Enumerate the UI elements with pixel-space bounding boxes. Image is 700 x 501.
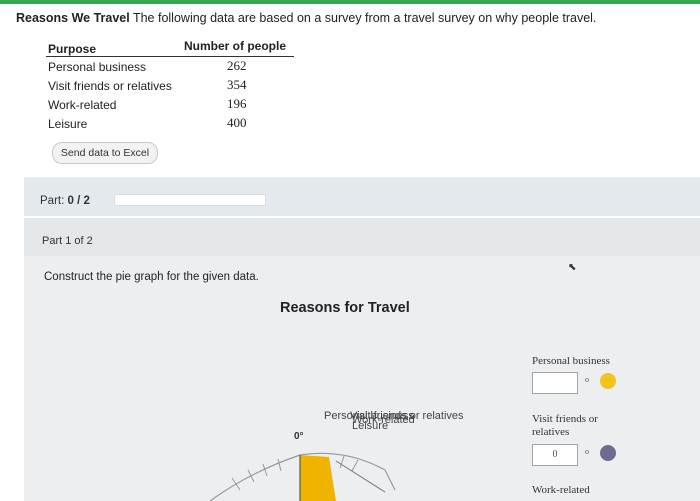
part-header-label: Part 1 of 2 [42,235,93,247]
instruction-text: Construct the pie graph for the given da… [44,271,259,283]
part-progress-value: 0 / 2 [67,195,90,207]
row-purpose: Leisure [48,117,88,131]
row-count: 400 [227,115,247,130]
visit-friends-color-swatch[interactable] [600,445,616,461]
table-row: Work-related 196 [46,95,294,114]
personal-business-color-swatch[interactable] [600,373,616,389]
legend-label-work-related: Work-related [532,484,590,496]
degree-label: 0° [294,431,304,442]
part-progress-label: Part: 0 / 2 [40,195,90,207]
problem-description: The following data are based on a survey… [132,11,597,25]
data-table: Purpose Number of people Personal busine… [46,38,294,133]
personal-business-degree-input[interactable]: o [532,372,589,394]
row-purpose: Visit friends or relatives [48,79,172,93]
column-header-purpose: Purpose [48,42,97,56]
legend-label-visit-friends: Visit friends or relatives [532,413,598,438]
table-row: Personal business 262 [46,57,294,76]
chart-title: Reasons for Travel [280,300,410,316]
problem-intro: Reasons We Travel The following data are… [16,11,596,25]
progress-track [114,194,266,206]
table-row: Visit friends or relatives 354 [46,76,294,95]
column-header-count: Number of people [184,39,287,53]
row-count: 354 [227,77,247,92]
visit-friends-degree-input[interactable]: 0o [532,444,589,466]
legend-label-personal-business: Personal business [532,355,610,367]
degree-unit: o [585,375,589,384]
row-count: 262 [227,58,247,73]
degree-unit: o [585,447,589,456]
table-row: Leisure 400 [46,114,294,133]
mouse-cursor-icon: ⬉ [568,262,577,273]
problem-title: Reasons We Travel [16,11,130,25]
top-accent-bar [0,0,700,4]
row-purpose: Personal business [48,60,147,74]
part-progress-bar: Part: 0 / 2 [24,177,700,216]
row-purpose: Work-related [48,98,117,112]
send-to-excel-button[interactable]: Send data to Excel [52,142,158,164]
row-count: 196 [227,96,247,111]
table-header: Purpose Number of people [46,38,294,57]
part-header: Part 1 of 2 [24,218,700,256]
pie-label-leisure: Leisure [352,420,389,432]
